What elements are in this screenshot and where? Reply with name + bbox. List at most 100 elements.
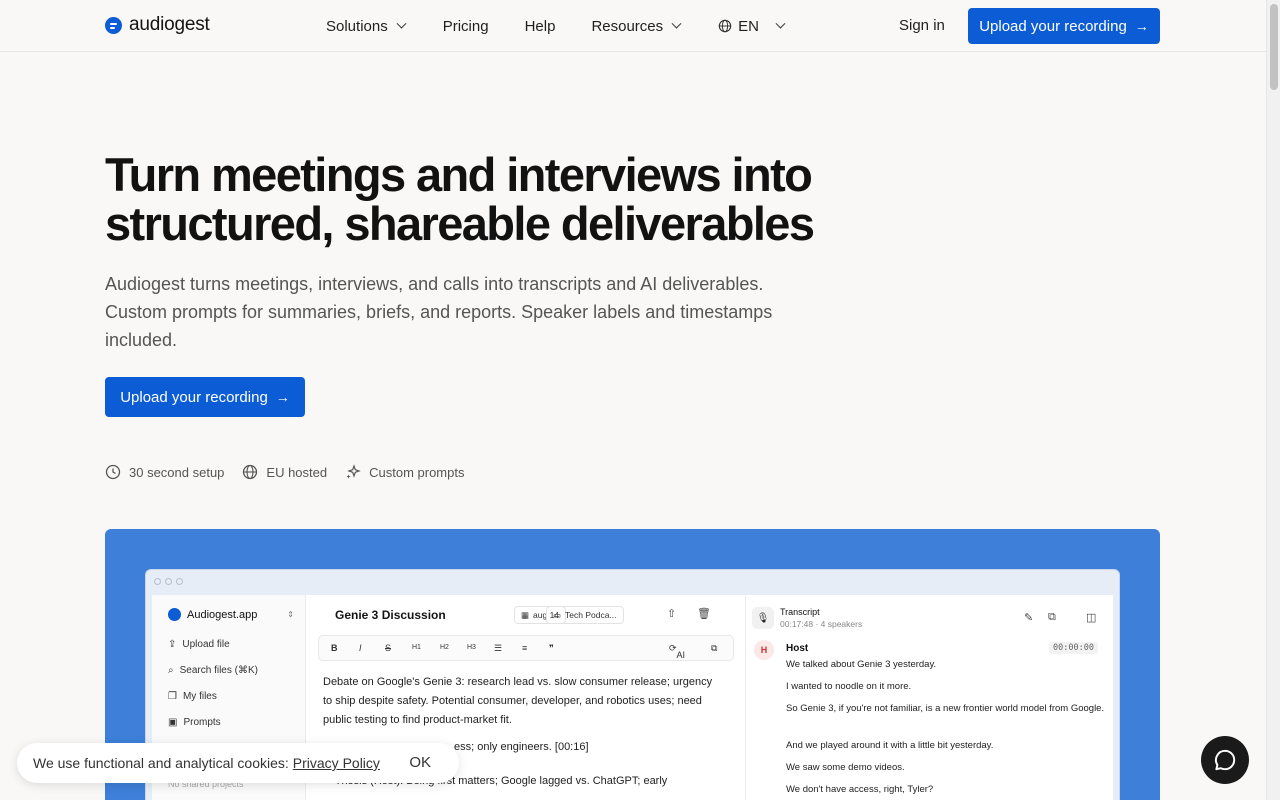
- feature-label: 30 second setup: [129, 464, 225, 480]
- search-icon: ⌕: [168, 665, 174, 676]
- feature-list: 30 second setup EU hosted Custom prompts: [105, 464, 464, 480]
- heading2-icon: H2: [440, 644, 449, 651]
- sidebar-item-prompts: ▣ Prompts: [168, 717, 221, 728]
- language-selector[interactable]: EN: [718, 17, 786, 35]
- nav-help-label: Help: [524, 17, 556, 35]
- privacy-policy-link[interactable]: Privacy Policy: [293, 755, 380, 771]
- sidebar-item-label: My files: [182, 691, 217, 702]
- quote-icon: ❞: [549, 643, 554, 653]
- clock-icon: [105, 464, 121, 480]
- arrow-right-icon: →: [275, 389, 290, 405]
- transcript-line: I wanted to noodle on it more.: [786, 681, 912, 692]
- bold-icon: B: [331, 643, 338, 653]
- workspace-switcher: Audiogest.app ⇕: [168, 608, 294, 621]
- nav-pricing-label: Pricing: [442, 17, 489, 35]
- trash-icon: 🗑: [697, 608, 711, 620]
- chat-launcher-button[interactable]: [1201, 736, 1249, 784]
- edit-icon: ✎: [1024, 612, 1034, 624]
- sign-in-link[interactable]: Sign in: [899, 17, 945, 34]
- prompt-icon: ▣: [168, 717, 178, 728]
- transcript-line: We don't have access, right, Tyler?: [786, 784, 934, 795]
- transcript-line: And we played around it with a little bi…: [786, 740, 994, 751]
- format-toolbar: B I S H1 H2 H3 ☰ ≡ ❞ ⟳ AI ⧉: [318, 635, 734, 661]
- nav-resources[interactable]: Resources: [591, 17, 682, 35]
- brand-name: audiogest: [129, 14, 210, 35]
- cookie-ok-button[interactable]: OK: [409, 754, 431, 771]
- sidebar-item-my-files: ❐ My files: [168, 691, 217, 702]
- files-icon: ❐: [168, 691, 177, 702]
- folder-chip: ▭ Tech Podca...: [546, 606, 624, 624]
- calendar-icon: ▦: [521, 609, 530, 620]
- globe-icon: [718, 19, 732, 33]
- upload-recording-label: Upload your recording: [979, 17, 1127, 35]
- upload-recording-label: Upload your recording: [120, 388, 268, 406]
- sidebar-item-upload: ⇪ Upload file: [168, 639, 230, 650]
- feature-eu-hosted: EU hosted: [242, 464, 327, 480]
- cookie-banner: We use functional and analytical cookies…: [17, 743, 459, 783]
- nav-pricing[interactable]: Pricing: [443, 18, 489, 35]
- feature-setup: 30 second setup: [105, 464, 224, 480]
- feature-label: Custom prompts: [369, 464, 465, 480]
- transcript-line: We saw some demo videos.: [786, 762, 905, 773]
- nav-solutions[interactable]: Solutions: [326, 17, 407, 35]
- heading1-icon: H1: [412, 644, 421, 651]
- feature-custom-prompts: Custom prompts: [345, 464, 464, 480]
- chevron-down-icon: [671, 18, 682, 29]
- transcript-panel: 🎙 Transcript 00:17:48 · 4 speakers ✎ ⧉ ◫…: [746, 595, 1113, 800]
- heading3-icon: H3: [467, 644, 476, 651]
- speaker-name: Host: [786, 643, 809, 654]
- globe-icon: [243, 464, 258, 480]
- scrollbar-thumb[interactable]: [1270, 4, 1278, 90]
- strikethrough-icon: S: [385, 643, 392, 653]
- share-icon: ⇧: [667, 608, 677, 620]
- copy-icon: ⧉: [1048, 611, 1056, 623]
- hero-title: Turn meetings and interviews into struct…: [105, 150, 825, 248]
- microphone-icon: 🎙: [752, 607, 774, 629]
- hero-title-line2: structured, shareable deliverables: [105, 197, 815, 250]
- sidebar-item-search: ⌕ Search files (⌘K): [168, 665, 258, 676]
- panel-icon: ◫: [1086, 612, 1097, 624]
- cookie-text: We use functional and analytical cookies…: [33, 755, 289, 771]
- document-title: Genie 3 Discussion: [335, 608, 446, 622]
- chevron-down-icon: [775, 18, 786, 29]
- sidebar-item-label: Upload file: [182, 639, 230, 650]
- chevron-down-icon: [396, 18, 407, 29]
- page-scrollbar[interactable]: [1266, 0, 1280, 800]
- folder-icon: ▭: [553, 609, 562, 620]
- nav-help[interactable]: Help: [525, 18, 556, 35]
- upload-icon: ⇪: [168, 639, 177, 650]
- transcript-line: So Genie 3, if you're not familiar, is a…: [786, 703, 1105, 714]
- workspace-name: Audiogest.app: [187, 608, 258, 621]
- chat-bubble-icon: [1214, 749, 1236, 771]
- folder-chip-label: Tech Podca...: [565, 610, 617, 620]
- timestamp: 00:00:00: [1049, 642, 1098, 654]
- chevron-updown-icon: ⇕: [287, 610, 294, 619]
- summary-text: Debate on Google's Genie 3: research lea…: [323, 676, 713, 726]
- upload-recording-button-hero[interactable]: Upload your recording →: [105, 377, 305, 417]
- window-controls: [154, 578, 183, 585]
- ai-label: AI: [676, 650, 686, 660]
- audiogest-logo-icon: [168, 608, 181, 621]
- transcript-title: Transcript: [780, 607, 820, 617]
- language-label: EN: [738, 17, 759, 35]
- audiogest-logo-icon: [105, 16, 122, 34]
- arrow-right-icon: →: [1134, 18, 1149, 34]
- site-header: audiogest Solutions Pricing Help Resourc…: [0, 0, 1266, 52]
- hero-title-line1: Turn meetings and interviews into: [105, 148, 813, 201]
- ai-button: ⟳ AI: [669, 643, 686, 660]
- italic-icon: I: [359, 643, 362, 653]
- copy-icon: ⧉: [711, 643, 718, 653]
- sidebar-item-label: Search files (⌘K): [179, 665, 258, 676]
- sparkles-icon: [346, 464, 361, 479]
- nav-resources-label: Resources: [591, 17, 664, 35]
- sidebar-item-label: Prompts: [183, 717, 221, 728]
- transcript-line: We talked about Genie 3 yesterday.: [786, 659, 937, 670]
- feature-label: EU hosted: [266, 464, 328, 480]
- numbered-list-icon: ≡: [522, 643, 528, 653]
- brand-logo[interactable]: audiogest: [105, 14, 210, 36]
- nav-solutions-label: Solutions: [326, 17, 388, 35]
- bullet-list-icon: ☰: [494, 643, 503, 653]
- hero-subtitle: Audiogest turns meetings, interviews, an…: [105, 274, 773, 350]
- upload-recording-button-header[interactable]: Upload your recording →: [968, 8, 1160, 44]
- transcript-meta: 00:17:48 · 4 speakers: [780, 619, 863, 629]
